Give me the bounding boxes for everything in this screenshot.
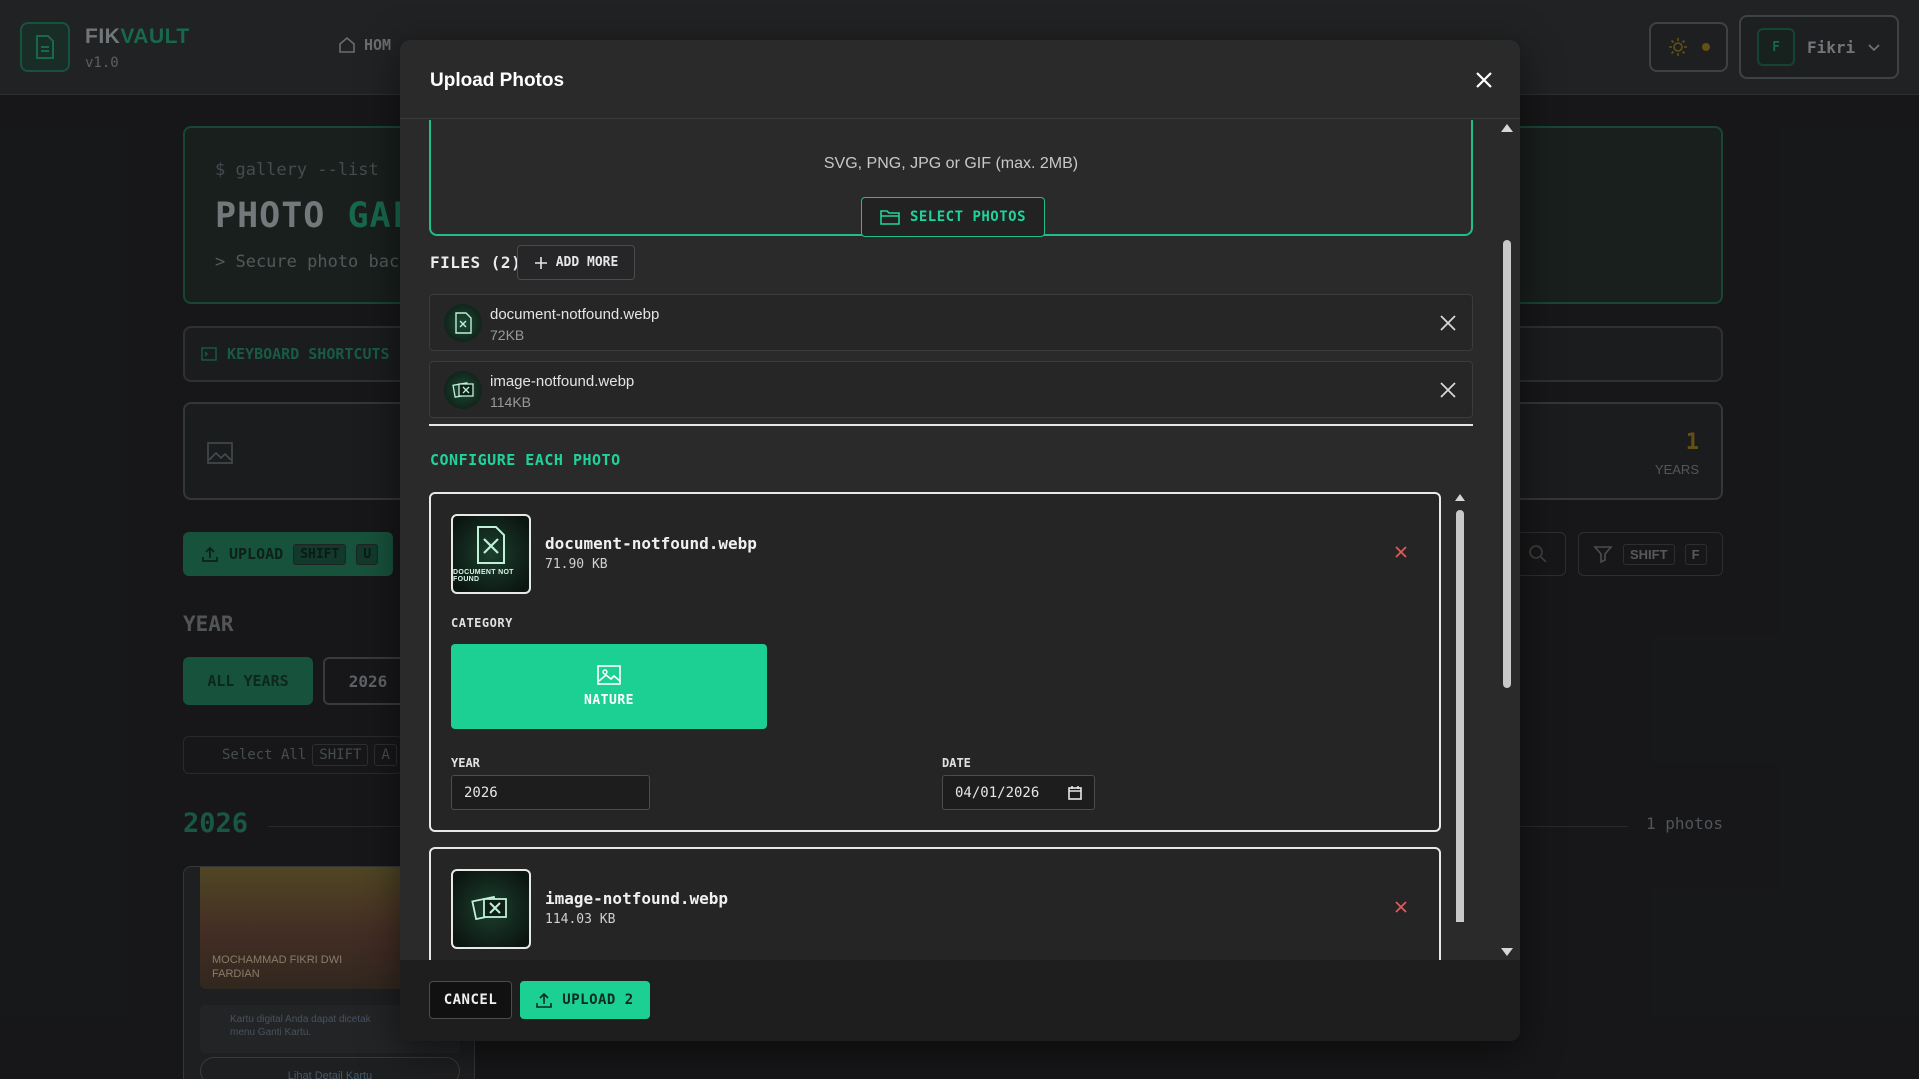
dialog-header: Upload Photos xyxy=(400,40,1520,119)
config-thumbnail: DOCUMENT NOT FOUND xyxy=(451,514,531,594)
date-label: DATE xyxy=(942,756,971,770)
file-list-item: document-notfound.webp 72KB xyxy=(429,294,1473,351)
folder-icon xyxy=(880,210,900,225)
add-more-button[interactable]: ADD MORE xyxy=(517,245,635,280)
file-size: 114KB xyxy=(490,394,531,410)
config-thumbnail xyxy=(451,869,531,949)
section-divider xyxy=(429,424,1473,426)
close-icon[interactable] xyxy=(1472,68,1496,92)
year-input[interactable] xyxy=(451,775,650,810)
category-nature-option[interactable]: NATURE xyxy=(451,644,767,729)
config-file-name: image-notfound.webp xyxy=(545,889,729,908)
file-thumbnail xyxy=(444,304,482,342)
category-name: NATURE xyxy=(584,693,634,708)
file-name: image-notfound.webp xyxy=(490,373,635,390)
add-more-label: ADD MORE xyxy=(555,255,619,270)
photo-dropzone[interactable]: SVG, PNG, JPG or GIF (max. 2MB) SELECT P… xyxy=(429,120,1473,237)
photo-config-card: image-notfound.webp 114.03 KB xyxy=(429,847,1441,960)
cancel-button[interactable]: CANCEL xyxy=(429,981,512,1019)
file-size: 72KB xyxy=(490,327,525,343)
file-thumbnail xyxy=(444,371,482,409)
dialog-footer: CANCEL UPLOAD 2 xyxy=(400,960,1520,1041)
files-heading: FILES (2) xyxy=(430,253,522,272)
year-label: YEAR xyxy=(451,756,480,770)
remove-file-icon[interactable] xyxy=(1438,380,1458,400)
calendar-icon[interactable] xyxy=(1068,785,1082,800)
upload-submit-label: UPLOAD 2 xyxy=(562,992,634,1008)
select-photos-button[interactable]: SELECT PHOTOS xyxy=(861,197,1045,237)
remove-photo-icon[interactable] xyxy=(1393,544,1409,560)
upload-submit-button[interactable]: UPLOAD 2 xyxy=(520,981,650,1019)
date-value: 04/01/2026 xyxy=(955,784,1040,801)
upload-photos-dialog: Upload Photos SVG, PNG, JPG or GIF (max.… xyxy=(400,40,1520,1041)
upload-icon xyxy=(536,992,553,1008)
remove-photo-icon[interactable] xyxy=(1393,899,1409,915)
dialog-body: SVG, PNG, JPG or GIF (max. 2MB) SELECT P… xyxy=(400,120,1520,960)
remove-file-icon[interactable] xyxy=(1438,313,1458,333)
configure-list: DOCUMENT NOT FOUND document-notfound.web… xyxy=(429,492,1473,960)
config-file-size: 71.90 KB xyxy=(545,557,608,572)
config-file-name: document-notfound.webp xyxy=(545,534,757,553)
thumbnail-caption: DOCUMENT NOT FOUND xyxy=(453,569,514,583)
dialog-title: Upload Photos xyxy=(430,70,565,91)
file-list-item: image-notfound.webp 114KB xyxy=(429,361,1473,418)
configure-heading: CONFIGURE EACH PHOTO xyxy=(430,451,621,469)
config-file-size: 114.03 KB xyxy=(545,912,616,927)
date-input[interactable]: 04/01/2026 xyxy=(942,775,1095,810)
photo-config-card: DOCUMENT NOT FOUND document-notfound.web… xyxy=(429,492,1441,832)
file-name: document-notfound.webp xyxy=(490,306,660,323)
plus-icon xyxy=(534,256,547,269)
dropzone-hint: SVG, PNG, JPG or GIF (max. 2MB) xyxy=(823,155,1079,172)
dialog-scrollbar[interactable] xyxy=(1500,120,1514,960)
select-photos-label: SELECT PHOTOS xyxy=(909,209,1027,225)
category-label: CATEGORY xyxy=(451,616,513,630)
inner-scrollbar[interactable] xyxy=(1453,492,1467,922)
image-icon xyxy=(597,665,621,685)
